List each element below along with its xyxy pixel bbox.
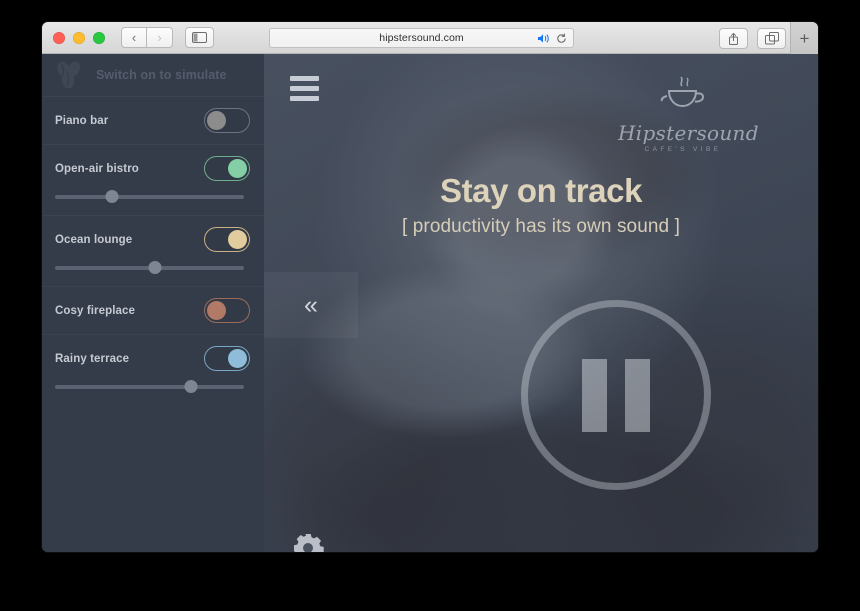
share-icon xyxy=(729,32,738,45)
hero-content: Hipstersound CAFE'S VIBE Stay on track [… xyxy=(264,54,818,552)
coffee-cup-icon xyxy=(660,76,705,108)
minimize-window-button[interactable] xyxy=(73,31,85,44)
zoom-window-button[interactable] xyxy=(93,31,105,44)
hero-title: Stay on track xyxy=(439,172,643,209)
toolbar-right-buttons xyxy=(719,28,786,49)
sound-toggle[interactable] xyxy=(204,227,250,252)
sound-row: Piano bar xyxy=(42,96,264,144)
sound-mixer-sidebar: Switch on to simulate Piano bar Open-air … xyxy=(42,54,264,552)
slider-track xyxy=(55,385,244,389)
sound-row: Open-air bistro xyxy=(42,144,264,215)
pause-bar-right xyxy=(625,358,650,432)
slider-track xyxy=(55,195,244,199)
sound-row-header: Cosy fireplace xyxy=(55,298,250,323)
toggle-knob xyxy=(228,159,247,178)
sound-label: Rainy terrace xyxy=(55,352,130,365)
toggle-knob xyxy=(228,230,247,249)
forward-button[interactable]: › xyxy=(147,27,173,48)
forward-icon: › xyxy=(157,30,162,45)
hero-text-block: Stay on track [ productivity has its own… xyxy=(264,172,818,238)
chevron-double-left-icon: « xyxy=(304,290,318,319)
slider-thumb[interactable] xyxy=(184,380,198,393)
sound-label: Piano bar xyxy=(55,114,109,127)
browser-window: ‹ › hipstersound.com + Switch on to simu… xyxy=(42,22,818,552)
new-tab-icon: + xyxy=(799,28,810,48)
browser-titlebar: ‹ › hipstersound.com + xyxy=(42,22,818,54)
speaker-icon[interactable] xyxy=(537,33,550,44)
close-window-button[interactable] xyxy=(53,31,65,44)
sidebar-toggle-button[interactable] xyxy=(185,27,214,48)
address-bar[interactable]: hipstersound.com xyxy=(269,28,574,48)
reload-icon[interactable] xyxy=(556,33,567,44)
sidebar-header-text: Switch on to simulate xyxy=(96,68,227,82)
sound-row: Cosy fireplace xyxy=(42,286,264,334)
logo-wordmark: Hipstersound xyxy=(618,121,759,145)
volume-slider[interactable] xyxy=(55,190,244,204)
window-controls xyxy=(53,31,105,44)
back-icon: ‹ xyxy=(131,30,137,45)
coffee-beans-icon xyxy=(57,61,80,89)
toggle-knob xyxy=(228,349,247,368)
sound-toggle[interactable] xyxy=(204,156,250,181)
sound-toggle[interactable] xyxy=(204,346,250,371)
logo-tagline: CAFE'S VIBE xyxy=(644,146,722,153)
sound-row-header: Rainy terrace xyxy=(55,346,250,371)
tabs-icon xyxy=(764,32,779,45)
sound-row: Rainy terrace xyxy=(42,334,264,405)
volume-slider[interactable] xyxy=(55,261,244,275)
show-tabs-button[interactable] xyxy=(757,28,786,49)
slider-thumb[interactable] xyxy=(148,261,162,274)
gear-icon xyxy=(294,534,324,552)
hamburger-bar-2 xyxy=(290,86,319,91)
sidebar-header: Switch on to simulate xyxy=(42,54,264,96)
toggle-knob xyxy=(207,301,226,320)
sidebar-icon xyxy=(192,32,207,43)
sound-toggle[interactable] xyxy=(204,298,250,323)
hero-subtitle: [ productivity has its own sound ] xyxy=(402,216,680,237)
navigation-buttons: ‹ › xyxy=(121,27,173,48)
pause-bar-left xyxy=(582,358,607,432)
hamburger-bar-1 xyxy=(290,76,319,81)
sound-toggle[interactable] xyxy=(204,108,250,133)
share-button[interactable] xyxy=(719,28,748,49)
settings-button[interactable] xyxy=(292,532,324,552)
page-body: Switch on to simulate Piano bar Open-air … xyxy=(42,54,818,552)
slider-thumb[interactable] xyxy=(105,190,119,203)
sound-row-header: Open-air bistro xyxy=(55,156,250,181)
address-bar-icons xyxy=(537,33,567,44)
volume-slider[interactable] xyxy=(55,380,244,394)
sound-row-header: Piano bar xyxy=(55,108,250,133)
toggle-knob xyxy=(207,111,226,130)
sound-row: Ocean lounge xyxy=(42,215,264,286)
hamburger-menu-button[interactable] xyxy=(290,76,319,106)
sound-label: Ocean lounge xyxy=(55,233,133,246)
sound-row-header: Ocean lounge xyxy=(55,227,250,252)
sound-list: Piano bar Open-air bistro Ocean lounge Cosy… xyxy=(42,96,264,405)
sound-label: Cosy fireplace xyxy=(55,304,136,317)
hamburger-bar-3 xyxy=(290,96,319,101)
sound-label: Open-air bistro xyxy=(55,162,139,175)
url-text: hipstersound.com xyxy=(379,32,464,44)
new-tab-button[interactable]: + xyxy=(790,22,818,54)
site-logo: Hipstersound CAFE'S VIBE xyxy=(618,72,759,153)
back-button[interactable]: ‹ xyxy=(121,27,147,48)
collapse-sidebar-button[interactable]: « xyxy=(264,272,358,338)
play-pause-button[interactable] xyxy=(521,300,711,490)
